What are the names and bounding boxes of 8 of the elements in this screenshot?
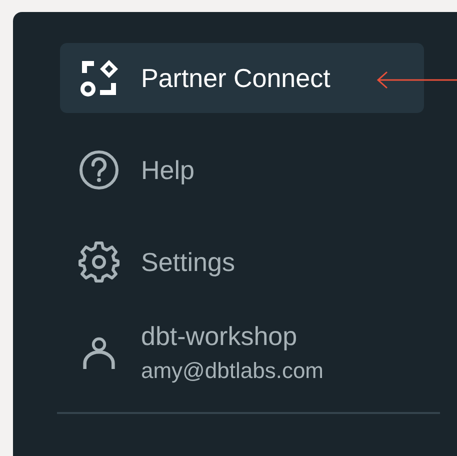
nav-item[interactable]: Help — [60, 135, 424, 205]
workspace-name: dbt-workshop — [141, 321, 298, 352]
user-email: amy@dbtlabs.com — [141, 358, 324, 384]
settings-icon — [78, 241, 120, 283]
help-icon — [78, 149, 120, 191]
nav-item[interactable]: Partner Connect — [60, 43, 424, 113]
nav-item[interactable]: Settings — [60, 227, 424, 297]
shapes-icon — [78, 57, 120, 99]
